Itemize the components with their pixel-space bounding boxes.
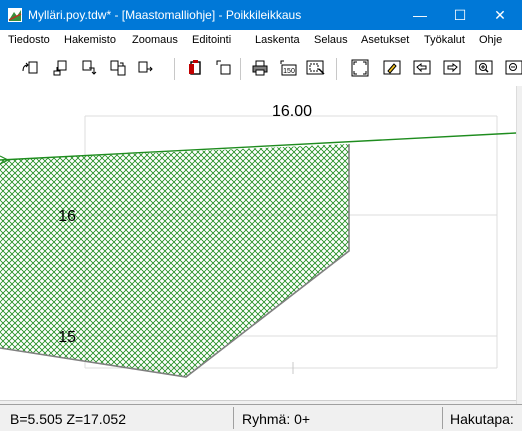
back-button[interactable]	[412, 58, 432, 78]
toolbar-separator	[240, 58, 241, 80]
zoom-in-icon	[475, 60, 493, 75]
minimize-icon: —	[413, 7, 427, 23]
close-icon: ✕	[494, 6, 506, 23]
menu-laskenta[interactable]: Laskenta	[255, 33, 300, 47]
y-axis-label-15: 15	[58, 329, 76, 346]
zoom-fit-button[interactable]	[350, 58, 370, 78]
new-up-button[interactable]	[50, 58, 70, 78]
next-section-button[interactable]	[136, 58, 156, 78]
status-separator	[233, 407, 234, 429]
next-section-icon	[138, 61, 153, 73]
menu-ohje[interactable]: Ohje	[479, 33, 502, 47]
zoom-out-button[interactable]	[504, 58, 522, 78]
forward-icon	[443, 60, 461, 75]
app-icon	[8, 8, 22, 22]
menu-tyokalut[interactable]: Työkalut	[424, 33, 465, 47]
status-bar: B=5.505 Z=17.052 Ryhmä: 0+ Hakutapa:	[0, 404, 522, 431]
paste-icon	[189, 60, 201, 75]
new-down-button[interactable]	[80, 58, 100, 78]
print-preview-button[interactable]	[306, 58, 326, 78]
new-left-icon	[22, 61, 38, 74]
cut-fill-area	[0, 144, 349, 377]
maximize-button[interactable]: ☐	[440, 0, 480, 30]
title-bar: Mylläri.poy.tdw* - [Maastomalliohje] - P…	[0, 0, 522, 30]
copy-section-button[interactable]	[108, 58, 128, 78]
print-button[interactable]	[250, 58, 270, 78]
menu-editointi[interactable]: Editointi	[192, 33, 231, 47]
copy-window-icon	[216, 60, 231, 75]
elevation-label: 16.00	[272, 103, 312, 120]
cross-section-drawing: 16.00 16 15	[0, 103, 516, 378]
edit-icon	[383, 60, 401, 75]
paste-button[interactable]	[186, 58, 206, 78]
copy-section-icon	[110, 60, 126, 76]
new-left-button[interactable]	[20, 58, 40, 78]
maximize-icon: ☐	[453, 6, 467, 23]
menu-bar: Tiedosto Hakemisto Zoomaus Editointi Las…	[0, 30, 522, 50]
scale-label: 150	[283, 68, 295, 75]
y-axis-label-16: 16	[58, 208, 76, 225]
back-icon	[413, 60, 431, 75]
cross-section-canvas[interactable]: 16.00 16 15	[0, 86, 516, 404]
window-title: Mylläri.poy.tdw* - [Maastomalliohje] - P…	[28, 8, 302, 22]
vertical-scrollbar[interactable]	[516, 86, 522, 404]
zoom-in-button[interactable]	[474, 58, 494, 78]
toolbar-separator	[174, 58, 175, 80]
new-up-icon	[53, 60, 67, 76]
minimize-button[interactable]: —	[400, 0, 440, 30]
menu-zoomaus[interactable]: Zoomaus	[132, 33, 178, 47]
new-down-icon	[82, 60, 97, 75]
toolbar: 150	[0, 50, 522, 87]
toolbar-separator	[336, 58, 337, 80]
status-coordinates: B=5.505 Z=17.052	[10, 411, 126, 427]
menu-tiedosto[interactable]: Tiedosto	[8, 33, 50, 47]
forward-button[interactable]	[442, 58, 462, 78]
menu-selaus[interactable]: Selaus	[314, 33, 348, 47]
scale-150-button[interactable]: 150	[278, 58, 298, 78]
print-preview-icon	[306, 60, 325, 75]
copy-window-button[interactable]	[214, 58, 234, 78]
menu-asetukset[interactable]: Asetukset	[361, 33, 409, 47]
status-search-mode: Hakutapa:	[450, 411, 514, 427]
scale-150-icon: 150	[280, 60, 297, 76]
zoom-fit-icon	[351, 59, 369, 77]
print-icon	[252, 60, 268, 76]
zoom-out-icon	[505, 60, 522, 75]
menu-hakemisto[interactable]: Hakemisto	[64, 33, 116, 47]
status-group: Ryhmä: 0+	[242, 411, 311, 427]
close-button[interactable]: ✕	[480, 0, 520, 30]
status-separator	[442, 407, 443, 429]
edit-button[interactable]	[382, 58, 402, 78]
